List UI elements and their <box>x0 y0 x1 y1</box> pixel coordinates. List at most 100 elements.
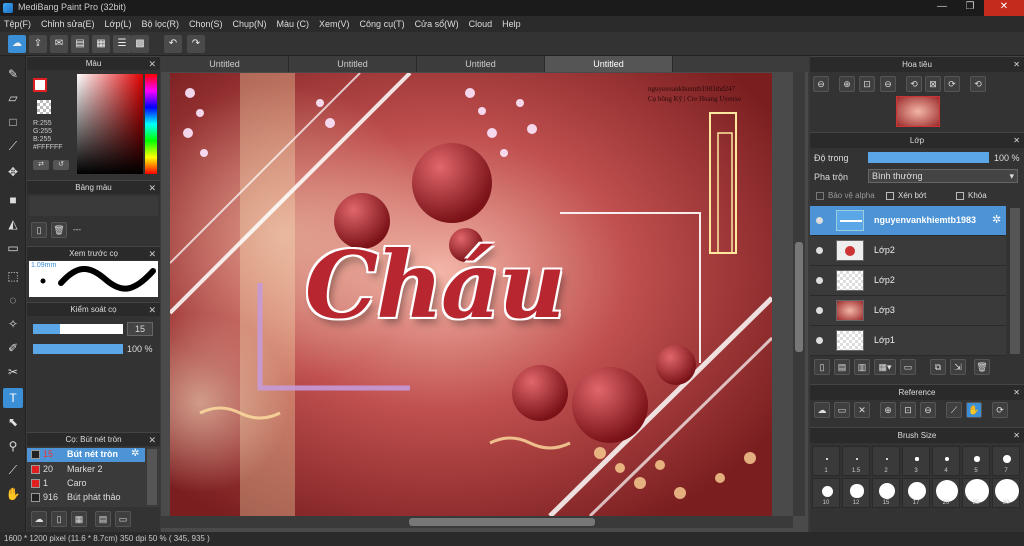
lock-checkbox[interactable] <box>956 192 964 200</box>
brush-size-slider[interactable] <box>33 324 123 334</box>
brush-item[interactable]: 916 Bút phát thảo <box>27 491 145 505</box>
zoom-out-icon[interactable]: ⊖ <box>813 76 829 92</box>
layer-list-scrollbar[interactable] <box>1010 208 1020 354</box>
cloud-reference-icon[interactable]: ☁ <box>814 402 830 418</box>
ref-fit-icon[interactable]: ⊡ <box>900 402 916 418</box>
eye-icon[interactable] <box>816 337 823 344</box>
vertical-scroll-thumb[interactable] <box>795 242 803 352</box>
maximize-button[interactable]: ❐ <box>956 0 984 16</box>
ref-hand-icon[interactable]: ✋ <box>966 402 982 418</box>
layer-row[interactable]: nguyenvankhiemtb1983 ✲ <box>810 206 1006 236</box>
ref-zoom-in-icon[interactable]: ⊕ <box>880 402 896 418</box>
layer-merge-icon[interactable]: ⇲ <box>950 359 966 375</box>
minimize-button[interactable]: — <box>928 0 956 16</box>
fit-icon[interactable]: ⊡ <box>859 76 875 92</box>
redo-icon[interactable]: ↷ <box>187 35 205 53</box>
text-tool-icon[interactable]: T <box>3 388 23 408</box>
brush-opacity-slider[interactable] <box>33 344 123 354</box>
bucket-tool-icon[interactable]: ◭ <box>3 214 23 234</box>
brush-size-option[interactable]: 12 <box>842 478 870 508</box>
eye-icon[interactable] <box>816 277 823 284</box>
primary-color-swatch[interactable] <box>33 78 47 92</box>
menu-edit[interactable]: Chỉnh sửa(E) <box>41 19 95 29</box>
layer-row[interactable]: Lớp3 <box>810 296 1006 326</box>
ref-eyedropper-icon[interactable]: ⟋ <box>946 402 962 418</box>
rectangle-tool-icon[interactable]: □ <box>3 112 23 132</box>
horizontal-scroll-thumb[interactable] <box>409 518 595 526</box>
menu-layer[interactable]: Lớp(L) <box>105 19 132 29</box>
panel-close-icon[interactable]: ✕ <box>148 303 156 317</box>
tab-untitled-3[interactable]: Untitled <box>417 56 545 72</box>
panel-close-icon[interactable]: ✕ <box>1013 428 1020 444</box>
tab-untitled-1[interactable]: Untitled <box>161 56 289 72</box>
rotate-left-icon[interactable]: ⟲ <box>906 76 922 92</box>
new-layer-icon[interactable]: ▯ <box>814 359 830 375</box>
panel-close-icon[interactable]: ✕ <box>1013 385 1020 401</box>
menu-snap[interactable]: Chụp(N) <box>233 19 267 29</box>
eye-icon[interactable] <box>816 247 823 254</box>
menu-help[interactable]: Help <box>502 19 521 29</box>
new-halftone-layer-icon[interactable]: ▤ <box>834 359 850 375</box>
brush-size-option[interactable]: 1.5 <box>842 446 870 476</box>
navigator-thumbnail[interactable] <box>896 96 940 127</box>
select-pen-tool-icon[interactable]: ✐ <box>3 338 23 358</box>
select-rect-tool-icon[interactable]: ⬚ <box>3 266 23 286</box>
cloud-brush-icon[interactable]: ☁ <box>31 511 47 527</box>
reset-view-icon[interactable]: ⊠ <box>925 76 941 92</box>
grid-icon[interactable]: ▩ <box>131 35 149 53</box>
blend-mode-select[interactable]: Bình thường ▾ <box>868 169 1018 183</box>
duplicate-brush-icon[interactable]: ▤ <box>95 511 111 527</box>
brush-size-value[interactable]: 15 <box>127 322 153 336</box>
ref-rotate-icon[interactable]: ⟳ <box>992 402 1008 418</box>
rotate-right-icon[interactable]: ⟳ <box>944 76 960 92</box>
brush-settings-icon[interactable]: ▦ <box>71 511 87 527</box>
magic-wand-tool-icon[interactable]: ✧ <box>3 314 23 334</box>
brush-size-option[interactable]: 4 <box>932 446 960 476</box>
delete-palette-icon[interactable]: 🗑 <box>51 222 67 238</box>
operation-tool-icon[interactable]: ⬉ <box>3 412 23 432</box>
protect-alpha-checkbox[interactable] <box>816 192 824 200</box>
layer-folder-icon[interactable]: ▭ <box>900 359 916 375</box>
artwork-canvas[interactable]: Cháu nguyenvankhiemtb1983thd247 Cọ bông … <box>170 73 772 516</box>
brush-size-option[interactable]: 30 <box>992 478 1020 508</box>
brush-size-option[interactable]: 17 <box>902 478 930 508</box>
menu-filter[interactable]: Bộ lọc(R) <box>141 19 179 29</box>
hand-tool-icon[interactable]: ✋ <box>3 484 23 504</box>
brush-size-option[interactable]: 25 <box>962 478 990 508</box>
list-icon[interactable]: ☰ <box>113 35 131 53</box>
comment-icon[interactable]: ✉ <box>50 35 68 53</box>
undo-icon[interactable]: ↶ <box>164 35 182 53</box>
document-icon[interactable]: ▤ <box>71 35 89 53</box>
panel-close-icon[interactable]: ✕ <box>148 247 156 261</box>
brush-size-option[interactable]: 1 <box>812 446 840 476</box>
panel-close-icon[interactable]: ✕ <box>148 57 156 71</box>
menu-select[interactable]: Chọn(S) <box>189 19 223 29</box>
panel-close-icon[interactable]: ✕ <box>1013 133 1020 149</box>
gradient-tool-icon[interactable]: ▭ <box>3 238 23 258</box>
eye-icon[interactable] <box>816 217 823 224</box>
brush-size-option[interactable]: 5 <box>962 446 990 476</box>
brush-item[interactable]: 20 Marker 2 <box>27 463 145 477</box>
canvas-vertical-scrollbar[interactable] <box>793 72 805 516</box>
flip-icon[interactable]: ⟲ <box>970 76 986 92</box>
ref-zoom-out-icon[interactable]: ⊖ <box>920 402 936 418</box>
brush-size-option[interactable]: 15 <box>872 478 900 508</box>
select-eraser-tool-icon[interactable]: ✂ <box>3 362 23 382</box>
tab-untitled-4[interactable]: Untitled <box>545 56 673 72</box>
brush-item[interactable]: 15 Bút nét tròn ✲ <box>27 448 145 462</box>
secondary-color-swatch[interactable] <box>37 100 51 114</box>
brush-item[interactable]: 1 Caro <box>27 477 145 491</box>
gear-icon[interactable]: ✲ <box>992 213 1001 226</box>
menu-tools[interactable]: Công cụ(T) <box>360 19 405 29</box>
close-reference-icon[interactable]: ✕ <box>854 402 870 418</box>
layer-delete-icon[interactable]: 🗑 <box>974 359 990 375</box>
layer-row[interactable]: Lớp2 <box>810 266 1006 296</box>
palette-area[interactable] <box>29 196 158 216</box>
open-reference-icon[interactable]: ▭ <box>834 402 850 418</box>
panel-close-icon[interactable]: ✕ <box>148 433 156 447</box>
page-icon[interactable]: ▦ <box>92 35 110 53</box>
hue-slider[interactable] <box>145 74 157 174</box>
menu-view[interactable]: Xem(V) <box>319 19 350 29</box>
layer-menu-icon[interactable]: ▦▾ <box>874 359 896 375</box>
zoom-in-icon[interactable]: ⊕ <box>839 76 855 92</box>
